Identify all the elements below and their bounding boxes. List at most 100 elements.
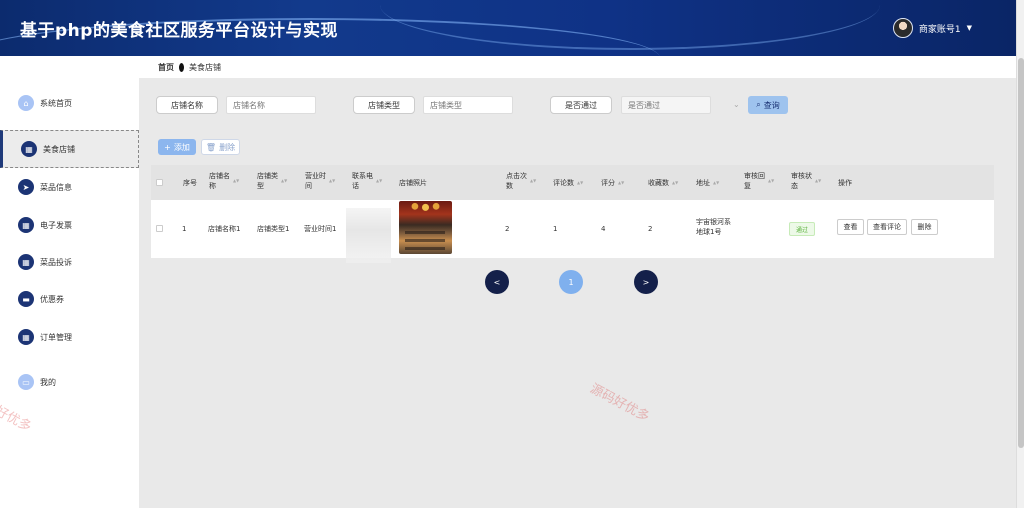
page-1-button[interactable]: 1 [559, 270, 583, 294]
sidebar-item-label: 优惠券 [40, 294, 64, 304]
shop-name-input[interactable] [226, 96, 316, 114]
col-name[interactable]: 店铺名称 ▲▼ [209, 171, 239, 191]
ticket-icon: ▬ [18, 291, 34, 307]
sidebar-item-dishes[interactable]: ➤ 菜品信息 [0, 168, 139, 206]
scrollbar-thumb[interactable] [1018, 58, 1024, 448]
sidebar-item-label: 菜品信息 [40, 182, 72, 192]
breadcrumb-home[interactable]: 首页 [158, 62, 174, 73]
sort-icon[interactable]: ▲▼ [815, 179, 821, 183]
col-index: 序号 [183, 179, 197, 187]
view-button[interactable]: 查看 [837, 219, 864, 235]
search-icon: ⌕ [756, 100, 761, 109]
sidebar-item-label: 系统首页 [40, 98, 72, 108]
cell-phone-blurred [346, 208, 391, 263]
send-icon: ➤ [18, 179, 34, 195]
sidebar-item-invoice[interactable]: ▦ 电子发票 [0, 206, 139, 244]
shop-table: 序号 店铺名称 ▲▼ 店铺类型 ▲▼ 营业时间 ▲▼ 联系电话 ▲▼ 店铺照片 … [151, 165, 994, 263]
delete-button[interactable]: 🗑 删除 [201, 139, 240, 155]
trash-icon: 🗑 [205, 142, 217, 152]
sidebar-item-orders[interactable]: ▦ 订单管理 [0, 318, 139, 356]
sidebar-item-label: 订单管理 [40, 332, 72, 342]
top-header: 基于php的美食社区服务平台设计与实现 商家账号1 ▼ [0, 0, 1016, 56]
sidebar: ⌂ 系统首页 ▦ 美食店铺 ➤ 菜品信息 ▦ 电子发票 ▦ 菜品投诉 ▬ 优惠券… [0, 56, 139, 508]
sidebar-item-label: 菜品投诉 [40, 257, 72, 267]
cell-clicks: 2 [505, 225, 510, 233]
row-checkbox[interactable] [156, 225, 163, 232]
sidebar-item-label: 电子发票 [40, 220, 72, 230]
sidebar-item-shops[interactable]: ▦ 美食店铺 [0, 130, 139, 168]
col-address[interactable]: 地址 ▲▼ [696, 178, 719, 188]
sort-icon[interactable]: ▲▼ [233, 179, 239, 183]
sort-icon[interactable]: ▲▼ [281, 179, 287, 183]
shop-photo-image[interactable] [399, 201, 452, 254]
sidebar-item-label: 我的 [40, 377, 56, 387]
home-icon: ⌂ [18, 95, 34, 111]
col-photo: 店铺照片 [399, 179, 427, 187]
sort-icon[interactable]: ▲▼ [618, 181, 624, 185]
sidebar-item-coupons[interactable]: ▬ 优惠券 [0, 280, 139, 318]
add-label: 添加 [173, 142, 190, 152]
app-title: 基于php的美食社区服务平台设计与实现 [20, 21, 338, 41]
grid-icon: ▦ [18, 329, 34, 345]
cell-hours: 营业时间1 [304, 225, 337, 233]
shop-type-input[interactable] [423, 96, 513, 114]
breadcrumb: 首页 美食店铺 [139, 56, 1016, 78]
query-button[interactable]: ⌕ 查询 [748, 96, 788, 114]
user-icon: ▭ [18, 374, 34, 390]
sort-icon[interactable]: ▲▼ [577, 181, 583, 185]
plus-icon: + [164, 142, 171, 152]
sidebar-item-home[interactable]: ⌂ 系统首页 [0, 84, 139, 122]
sort-icon[interactable]: ▲▼ [713, 181, 719, 185]
sidebar-item-label: 美食店铺 [43, 144, 75, 154]
sort-icon[interactable]: ▲▼ [376, 179, 382, 183]
sort-icon[interactable]: ▲▼ [672, 181, 678, 185]
cell-score: 4 [601, 225, 606, 233]
sidebar-item-mine[interactable]: ▭ 我的 [0, 363, 139, 401]
separator-icon [179, 62, 184, 72]
cell-index: 1 [182, 225, 187, 233]
col-clicks[interactable]: 点击次数 ▲▼ [506, 171, 536, 191]
col-phone[interactable]: 联系电话 ▲▼ [352, 171, 382, 191]
sort-icon[interactable]: ▲▼ [530, 179, 536, 183]
grid-icon: ▦ [18, 254, 34, 270]
cell-name: 店铺名称1 [208, 225, 241, 233]
view-reviews-button[interactable]: 查看评论 [867, 219, 907, 235]
user-menu[interactable]: 商家账号1 ▼ [892, 18, 972, 38]
chevron-down-icon: ⌄ [733, 100, 740, 109]
shop-name-label: 店铺名称 [156, 96, 218, 114]
page-scrollbar[interactable] [1016, 0, 1024, 508]
sort-icon[interactable]: ▲▼ [768, 179, 774, 183]
col-favorites[interactable]: 收藏数 ▲▼ [648, 178, 678, 188]
passed-select[interactable] [621, 96, 711, 114]
col-reviews[interactable]: 评论数 ▲▼ [553, 178, 583, 188]
grid-icon: ▦ [18, 217, 34, 233]
next-page-button[interactable]: > [634, 270, 658, 294]
add-button[interactable]: + 添加 [158, 139, 196, 155]
passed-label: 是否通过 [550, 96, 612, 114]
cell-address: 宇宙银河系 地球1号 [696, 218, 731, 236]
avatar [892, 18, 913, 38]
query-label: 查询 [763, 100, 780, 110]
status-badge: 通过 [789, 222, 815, 236]
table-header: 序号 店铺名称 ▲▼ 店铺类型 ▲▼ 营业时间 ▲▼ 联系电话 ▲▼ 店铺照片 … [151, 165, 994, 200]
col-score[interactable]: 评分 ▲▼ [601, 178, 624, 188]
cell-type: 店铺类型1 [257, 225, 290, 233]
select-all-checkbox[interactable] [156, 179, 163, 186]
sort-icon[interactable]: ▲▼ [329, 179, 335, 183]
sidebar-item-complaints[interactable]: ▦ 菜品投诉 [0, 243, 139, 281]
delete-label: 删除 [219, 142, 236, 152]
cell-reviews: 1 [553, 225, 558, 233]
col-ops: 操作 [838, 179, 852, 187]
remove-button[interactable]: 删除 [911, 219, 938, 235]
username: 商家账号1 [918, 24, 961, 35]
grid-icon: ▦ [21, 141, 37, 157]
watermark: 源码好优多 [587, 381, 652, 426]
col-status[interactable]: 审核状态 ▲▼ [791, 171, 821, 191]
table-row: 1 店铺名称1 店铺类型1 营业时间1 2 1 4 2 宇宙银河系 地球1号 通过… [151, 200, 994, 263]
col-hours[interactable]: 营业时间 ▲▼ [305, 171, 335, 191]
col-reply[interactable]: 审核回复 ▲▼ [744, 171, 774, 191]
prev-page-button[interactable]: < [485, 270, 509, 294]
caret-down-icon: ▼ [966, 24, 972, 32]
col-type[interactable]: 店铺类型 ▲▼ [257, 171, 287, 191]
cell-favorites: 2 [648, 225, 653, 233]
